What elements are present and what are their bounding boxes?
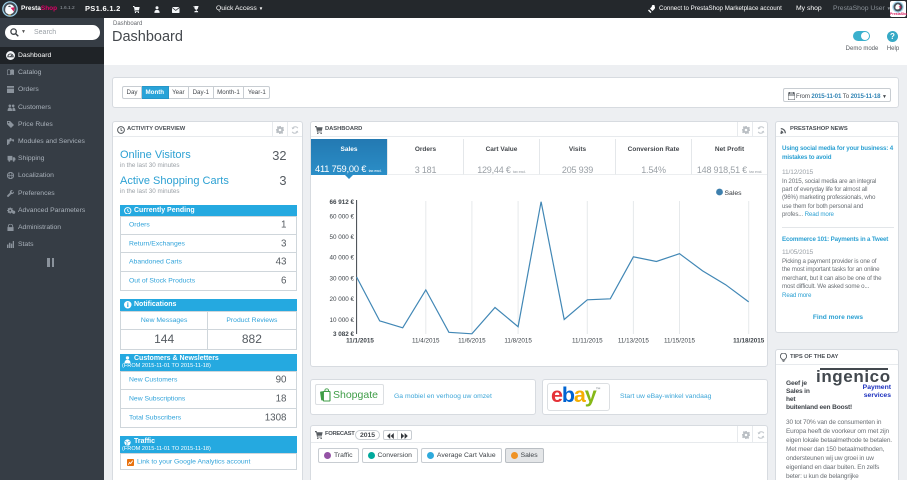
svg-text:11/11/2015: 11/11/2015 [572,338,603,345]
svg-text:11/4/2015: 11/4/2015 [412,338,440,345]
svg-text:11/8/2015: 11/8/2015 [504,338,532,345]
svg-text:11/6/2015: 11/6/2015 [458,338,486,345]
svg-text:Sales: Sales [725,190,743,197]
svg-text:11/15/2015: 11/15/2015 [664,338,696,345]
svg-text:11/1/2015: 11/1/2015 [346,338,374,345]
svg-text:11/18/2015: 11/18/2015 [733,338,765,345]
svg-text:30 000 €: 30 000 € [329,275,354,282]
svg-text:60 000 €: 60 000 € [329,213,354,220]
svg-text:11/13/2015: 11/13/2015 [618,338,650,345]
svg-text:20 000 €: 20 000 € [329,296,354,303]
svg-text:50 000 €: 50 000 € [329,234,354,241]
svg-text:66 912 €: 66 912 € [329,199,354,206]
svg-text:40 000 €: 40 000 € [329,255,354,262]
svg-text:10 000 €: 10 000 € [329,317,354,324]
